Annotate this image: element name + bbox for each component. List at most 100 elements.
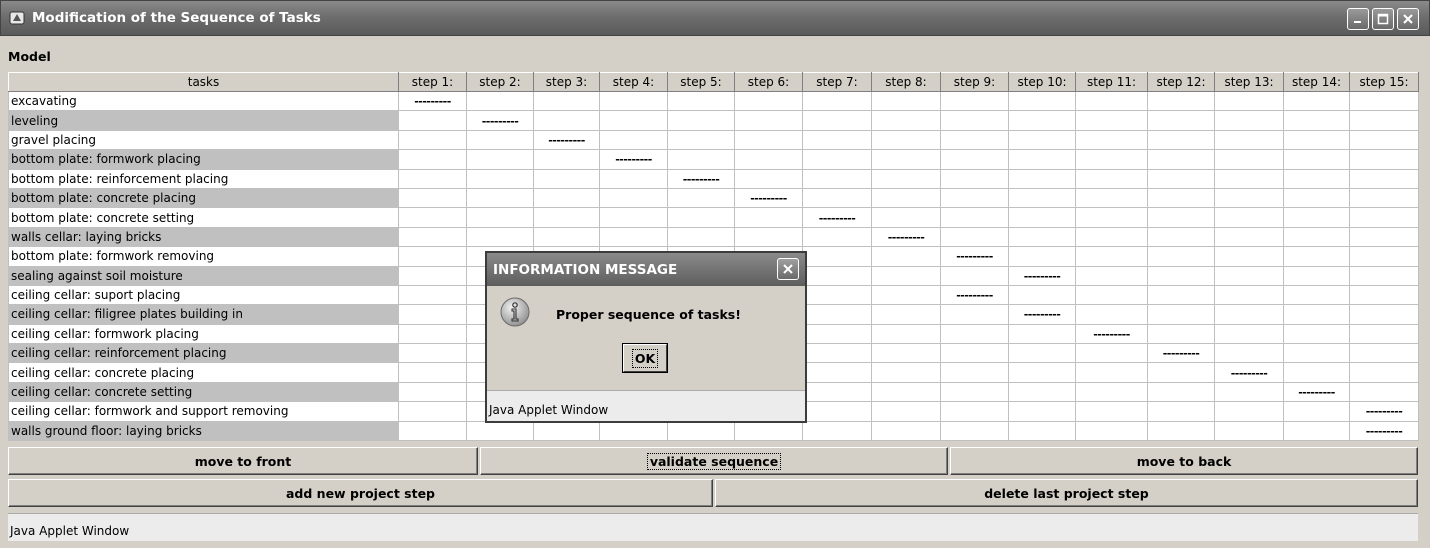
- step-cell[interactable]: [1008, 110, 1076, 131]
- step-cell[interactable]: [599, 420, 668, 442]
- step-cell[interactable]: [1214, 90, 1284, 112]
- step-cell[interactable]: [802, 246, 872, 267]
- step-cell[interactable]: [940, 323, 1009, 345]
- step-cell[interactable]: [1283, 420, 1350, 442]
- step-cell[interactable]: [1075, 401, 1148, 422]
- step-cell[interactable]: ---------: [871, 226, 941, 248]
- window-titlebar[interactable]: Modification of the Sequence of Tasks: [0, 0, 1430, 36]
- step-cell[interactable]: [734, 207, 803, 228]
- step-cell[interactable]: [1008, 343, 1076, 364]
- column-header-step-14[interactable]: step 14:: [1283, 72, 1350, 92]
- step-cell[interactable]: [871, 420, 941, 442]
- step-cell[interactable]: [1349, 168, 1419, 189]
- step-cell[interactable]: [1349, 207, 1419, 228]
- table-row[interactable]: bottom plate: formwork placing ---------: [8, 149, 1419, 170]
- step-cell[interactable]: [1075, 246, 1148, 267]
- task-name-cell[interactable]: ceiling cellar: formwork placing: [8, 323, 399, 345]
- ok-button[interactable]: OK: [622, 343, 668, 373]
- step-cell[interactable]: [1214, 323, 1284, 345]
- column-header-step-9[interactable]: step 9:: [940, 72, 1009, 92]
- step-cell[interactable]: [1349, 246, 1419, 267]
- column-header-step-12[interactable]: step 12:: [1147, 72, 1215, 92]
- step-cell[interactable]: [533, 226, 600, 248]
- step-cell[interactable]: [802, 149, 872, 170]
- step-cell[interactable]: [1075, 284, 1148, 306]
- task-name-cell[interactable]: ceiling cellar: formwork and support rem…: [8, 401, 399, 422]
- step-cell[interactable]: [1349, 129, 1419, 151]
- step-cell[interactable]: [1214, 246, 1284, 267]
- step-cell[interactable]: [1008, 381, 1076, 403]
- step-cell[interactable]: [1075, 110, 1148, 131]
- step-cell[interactable]: [1147, 362, 1215, 383]
- move-to-front-button[interactable]: move to front: [8, 447, 478, 475]
- step-cell[interactable]: [466, 129, 534, 151]
- step-cell[interactable]: [802, 381, 872, 403]
- step-cell[interactable]: [398, 284, 467, 306]
- step-cell[interactable]: [871, 246, 941, 267]
- task-name-cell[interactable]: bottom plate: reinforcement placing: [8, 168, 399, 189]
- step-cell[interactable]: ---------: [1214, 362, 1284, 383]
- step-cell[interactable]: [1283, 323, 1350, 345]
- step-cell[interactable]: ---------: [1147, 343, 1215, 364]
- step-cell[interactable]: [1214, 187, 1284, 209]
- step-cell[interactable]: [1075, 129, 1148, 151]
- step-cell[interactable]: [871, 304, 941, 325]
- step-cell[interactable]: ---------: [667, 168, 735, 189]
- step-cell[interactable]: [1147, 265, 1215, 286]
- column-header-step-3[interactable]: step 3:: [533, 72, 600, 92]
- step-cell[interactable]: [1075, 187, 1148, 209]
- step-cell[interactable]: [1075, 265, 1148, 286]
- task-name-cell[interactable]: ceiling cellar: reinforcement placing: [8, 343, 399, 364]
- step-cell[interactable]: [466, 226, 534, 248]
- step-cell[interactable]: [871, 362, 941, 383]
- step-cell[interactable]: [940, 381, 1009, 403]
- step-cell[interactable]: [667, 187, 735, 209]
- step-cell[interactable]: [940, 110, 1009, 131]
- step-cell[interactable]: [1147, 401, 1215, 422]
- close-icon[interactable]: [1397, 8, 1419, 30]
- step-cell[interactable]: [1214, 304, 1284, 325]
- step-cell[interactable]: [802, 401, 872, 422]
- task-name-cell[interactable]: bottom plate: formwork removing: [8, 246, 399, 267]
- step-cell[interactable]: [667, 226, 735, 248]
- step-cell[interactable]: [398, 265, 467, 286]
- step-cell[interactable]: [1283, 401, 1350, 422]
- step-cell[interactable]: [802, 168, 872, 189]
- step-cell[interactable]: [1075, 207, 1148, 228]
- step-cell[interactable]: [1283, 90, 1350, 112]
- column-header-step-10[interactable]: step 10:: [1008, 72, 1076, 92]
- step-cell[interactable]: [1214, 265, 1284, 286]
- step-cell[interactable]: [398, 110, 467, 131]
- step-cell[interactable]: [398, 129, 467, 151]
- step-cell[interactable]: [398, 401, 467, 422]
- step-cell[interactable]: [1147, 420, 1215, 442]
- step-cell[interactable]: ---------: [533, 129, 600, 151]
- step-cell[interactable]: [398, 362, 467, 383]
- column-header-step-6[interactable]: step 6:: [734, 72, 803, 92]
- column-header-step-1[interactable]: step 1:: [398, 72, 467, 92]
- table-row[interactable]: leveling ---------: [8, 110, 1419, 131]
- step-cell[interactable]: [1349, 304, 1419, 325]
- step-cell[interactable]: [1283, 129, 1350, 151]
- step-cell[interactable]: [599, 207, 668, 228]
- step-cell[interactable]: [1147, 90, 1215, 112]
- table-row[interactable]: walls ground floor: laying bricks -------…: [8, 420, 1419, 442]
- step-cell[interactable]: [940, 226, 1009, 248]
- step-cell[interactable]: [734, 149, 803, 170]
- step-cell[interactable]: ---------: [1008, 304, 1076, 325]
- step-cell[interactable]: [1075, 304, 1148, 325]
- step-cell[interactable]: [1008, 323, 1076, 345]
- task-name-cell[interactable]: gravel placing: [8, 129, 399, 151]
- step-cell[interactable]: [398, 226, 467, 248]
- step-cell[interactable]: [940, 343, 1009, 364]
- step-cell[interactable]: [1147, 207, 1215, 228]
- step-cell[interactable]: [1349, 381, 1419, 403]
- step-cell[interactable]: [802, 265, 872, 286]
- step-cell[interactable]: [734, 420, 803, 442]
- task-name-cell[interactable]: sealing against soil moisture: [8, 265, 399, 286]
- step-cell[interactable]: [734, 90, 803, 112]
- step-cell[interactable]: [802, 420, 872, 442]
- step-cell[interactable]: ---------: [599, 149, 668, 170]
- step-cell[interactable]: [398, 207, 467, 228]
- step-cell[interactable]: [1075, 420, 1148, 442]
